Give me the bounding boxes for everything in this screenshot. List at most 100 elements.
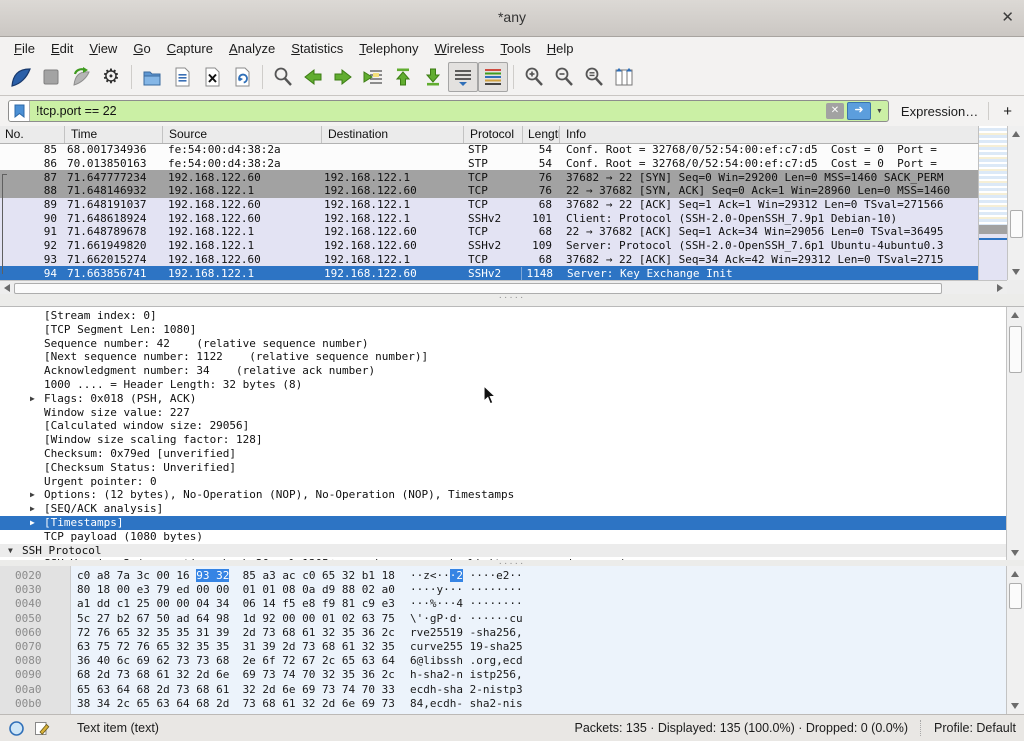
menu-analyze[interactable]: Analyze [221,39,283,58]
capture-comment-icon[interactable] [34,720,51,737]
column-header-source[interactable]: Source [163,126,322,143]
menu-help[interactable]: Help [539,39,582,58]
file-save-icon[interactable] [167,62,197,92]
detail-line[interactable]: TCP payload (1080 bytes) [0,530,1007,544]
detail-line-ssh-protocol[interactable]: ▼SSH Protocol [0,544,1007,558]
detail-line-seq-ack[interactable]: ▶[SEQ/ACK analysis] [0,502,1007,516]
detail-line[interactable]: Sequence number: 42 (relative sequence n… [0,337,1007,351]
packet-row-93[interactable]: 9371.662015274192.168.122.60192.168.122.… [0,253,978,267]
hex-row-0030[interactable]: 003080 18 00 e3 79 ed 00 00 01 01 08 0a … [0,583,1007,597]
detail-line-options[interactable]: ▶Options: (12 bytes), No-Operation (NOP)… [0,488,1007,502]
pane-splitter-top[interactable] [0,294,1024,306]
scrollbar-thumb[interactable] [1010,210,1023,238]
hex-row-0080[interactable]: 008036 40 6c 69 62 73 73 68 2e 6f 72 67 … [0,654,1007,668]
detail-line[interactable]: [Stream index: 0] [0,309,1007,323]
capture-stop-icon[interactable] [36,62,66,92]
scroll-up-icon[interactable] [1011,571,1019,577]
hex-row-0040[interactable]: 0040a1 dd c1 25 00 00 04 34 06 14 f5 e8 … [0,597,1007,611]
menu-telephony[interactable]: Telephony [351,39,426,58]
packet-row-94-selected[interactable]: 9471.663856741192.168.122.1192.168.122.6… [0,266,978,280]
detail-line[interactable]: 1000 .... = Header Length: 32 bytes (8) [0,378,1007,392]
detail-line[interactable]: [Calculated window size: 29056] [0,419,1007,433]
zoom-original-icon[interactable] [579,62,609,92]
scrollbar-thumb[interactable] [1009,326,1022,373]
menu-file[interactable]: File [6,39,43,58]
packet-list-vscrollbar[interactable] [1007,126,1024,280]
detail-line[interactable]: Window size value: 227 [0,406,1007,420]
menu-tools[interactable]: Tools [492,39,538,58]
resize-columns-icon[interactable] [609,62,639,92]
column-header-no[interactable]: No. [0,126,65,143]
file-reload-icon[interactable] [227,62,257,92]
column-header-time[interactable]: Time [65,126,163,143]
hex-row-00b0[interactable]: 00b038 34 2c 65 63 64 68 2d 73 68 61 32 … [0,697,1007,711]
packet-row-89[interactable]: 8971.648191037192.168.122.60192.168.122.… [0,198,978,212]
menu-capture[interactable]: Capture [159,39,221,58]
clear-filter-icon[interactable]: ✕ [826,103,844,119]
detail-line[interactable]: Acknowledgment number: 34 (relative ack … [0,364,1007,378]
scrollbar-thumb[interactable] [14,283,942,294]
scroll-down-icon[interactable] [1012,269,1020,275]
expression-button[interactable]: Expression… [901,104,978,119]
details-vscrollbar[interactable] [1006,307,1024,561]
scroll-down-icon[interactable] [1011,550,1019,556]
hex-row-0090[interactable]: 009068 2d 73 68 61 32 2d 6e 69 73 74 70 … [0,668,1007,682]
column-header-length[interactable]: Length [523,126,560,143]
go-to-packet-icon[interactable] [358,62,388,92]
hex-row-0060[interactable]: 006072 76 65 32 35 35 31 39 2d 73 68 61 … [0,626,1007,640]
colorize-packets-icon[interactable] [478,62,508,92]
detail-line-flags[interactable]: ▶Flags: 0x018 (PSH, ACK) [0,392,1007,406]
hex-row-0070[interactable]: 007063 75 72 76 65 32 35 35 31 39 2d 73 … [0,640,1007,654]
display-filter-input[interactable]: !tcp.port == 22 ✕ ➜ ▼ [8,100,889,122]
scrollbar-thumb[interactable] [1009,583,1022,609]
menu-wireless[interactable]: Wireless [427,39,493,58]
scroll-left-icon[interactable] [4,284,10,292]
find-packet-icon[interactable] [268,62,298,92]
column-header-protocol[interactable]: Protocol [464,126,523,143]
pane-splitter-bottom[interactable] [0,560,1024,566]
window-titlebar[interactable]: *any ✕ [0,0,1024,37]
filter-bookmark-icon[interactable] [9,101,30,121]
packet-row-87[interactable]: 8771.647777234192.168.122.60192.168.122.… [0,170,978,184]
column-header-destination[interactable]: Destination [322,126,464,143]
apply-filter-icon[interactable]: ➜ [847,102,871,120]
scroll-right-icon[interactable] [997,284,1003,292]
packet-row-88[interactable]: 8871.648146932192.168.122.1192.168.122.6… [0,184,978,198]
detail-line[interactable]: [Next sequence number: 1122 (relative se… [0,350,1007,364]
filter-history-caret-icon[interactable]: ▼ [871,108,888,115]
detail-line[interactable]: Urgent pointer: 0 [0,475,1007,489]
expert-info-icon[interactable] [8,720,25,737]
capture-restart-icon[interactable] [66,62,96,92]
scroll-down-icon[interactable] [1011,703,1019,709]
profile-button[interactable]: Profile: Default [934,721,1016,735]
zoom-in-icon[interactable] [519,62,549,92]
packet-list-minimap[interactable] [978,126,1008,280]
hex-row-0050[interactable]: 00505c 27 b2 67 50 ad 64 98 1d 92 00 00 … [0,612,1007,626]
zoom-out-icon[interactable] [549,62,579,92]
detail-line[interactable]: [TCP Segment Len: 1080] [0,323,1007,337]
menu-statistics[interactable]: Statistics [283,39,351,58]
go-last-icon[interactable] [418,62,448,92]
detail-line[interactable]: Checksum: 0x79ed [unverified] [0,447,1007,461]
capture-options-icon[interactable]: ⚙ [96,62,126,92]
add-filter-button[interactable]: + [999,103,1016,120]
packet-row-86[interactable]: 8670.013850163fe:54:00:d4:38:2aSTP54Conf… [0,157,978,171]
detail-line-timestamps-selected[interactable]: ▶[Timestamps] [0,516,1007,530]
detail-line[interactable]: [Checksum Status: Unverified] [0,461,1007,475]
packet-row-85[interactable]: 8568.001734936fe:54:00:d4:38:2aSTP54Conf… [0,143,978,157]
window-close-icon[interactable]: ✕ [1001,8,1014,26]
file-close-icon[interactable] [197,62,227,92]
menu-edit[interactable]: Edit [43,39,81,58]
menu-go[interactable]: Go [125,39,158,58]
go-first-icon[interactable] [388,62,418,92]
packet-row-92[interactable]: 9271.661949820192.168.122.1192.168.122.6… [0,239,978,253]
hex-row-0020[interactable]: 0020c0 a8 7a 3c 00 16 93 32 85 a3 ac c0 … [0,569,1007,583]
column-header-info[interactable]: Info [560,126,1024,143]
packet-row-91[interactable]: 9171.648789678192.168.122.1192.168.122.6… [0,225,978,239]
scroll-up-icon[interactable] [1011,312,1019,318]
go-forward-icon[interactable] [328,62,358,92]
menu-view[interactable]: View [81,39,125,58]
packet-row-90[interactable]: 9071.648618924192.168.122.60192.168.122.… [0,211,978,225]
capture-start-icon[interactable] [6,62,36,92]
file-open-icon[interactable] [137,62,167,92]
